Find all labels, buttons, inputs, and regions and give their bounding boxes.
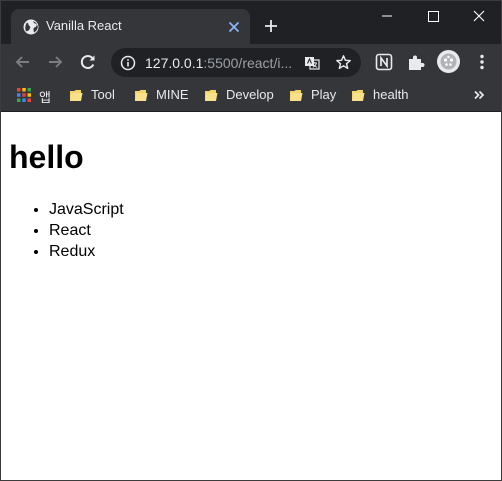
folder-icon [135,90,148,101]
profile-icon [440,53,457,70]
list-item: JavaScript [49,199,124,220]
plus-icon[interactable] [263,18,279,34]
bookmark-label: health [373,87,409,102]
tab-title: Vanilla React [46,18,122,33]
window-close-icon[interactable] [456,1,502,31]
double-chevron-icon[interactable] [471,87,487,103]
url-path: :5500/react/i... [203,55,293,71]
forward-arrow-icon[interactable] [45,52,65,72]
browser-window: Vanilla React 127.0.0.1:5500/react/i... … [0,0,502,481]
minimize-icon[interactable] [364,1,410,31]
bookmark-apps[interactable]: 앱 [17,80,57,111]
bookmark-folder-mine[interactable]: MINE [134,80,194,111]
bookmark-folder-play[interactable]: Play [289,80,339,111]
bookmark-label: Tool [91,87,115,102]
url-host: 127.0.0.1 [145,55,204,71]
kebab-menu-icon[interactable] [472,52,492,72]
toolbar: 127.0.0.1:5500/react/i... [1,44,501,80]
close-icon[interactable] [225,18,243,36]
translate-icon[interactable] [304,55,320,71]
address-bar[interactable]: 127.0.0.1:5500/react/i... [111,48,361,77]
globe-icon [23,19,39,35]
tech-list: JavaScript React Redux [9,199,124,262]
bookmark-folder-tool[interactable]: Tool [69,80,129,111]
list-item: Redux [49,241,124,262]
bookmark-label: Play [311,87,337,102]
bookmark-label: MINE [156,87,189,102]
folder-icon [352,90,365,101]
info-icon[interactable] [120,55,136,71]
page-heading: hello [9,139,84,175]
bookmark-folder-develop[interactable]: Develop [204,80,279,111]
maximize-icon[interactable] [410,1,456,31]
bookmark-folder-health[interactable]: health [351,80,416,111]
url-text[interactable]: 127.0.0.1:5500/react/i... [145,55,292,71]
bookmark-label: 앱 [39,90,51,105]
notion-icon[interactable] [374,52,394,72]
bookmark-label: Develop [226,87,274,102]
apps-grid-icon [17,88,31,102]
folder-icon [205,90,218,101]
tab-strip: Vanilla React [1,1,501,44]
page-content: hello JavaScript React Redux [1,112,501,480]
tab-vanilla-react[interactable]: Vanilla React [11,9,250,44]
folder-icon [70,90,83,101]
bookmarks-bar: 앱 Tool MINE Develop Play health [1,80,501,112]
avatar[interactable] [437,50,460,73]
folder-icon [290,90,303,101]
back-arrow-icon[interactable] [13,52,33,72]
star-icon[interactable] [335,54,352,71]
puzzle-icon[interactable] [406,52,426,72]
reload-icon[interactable] [78,52,98,72]
list-item: React [49,220,124,241]
